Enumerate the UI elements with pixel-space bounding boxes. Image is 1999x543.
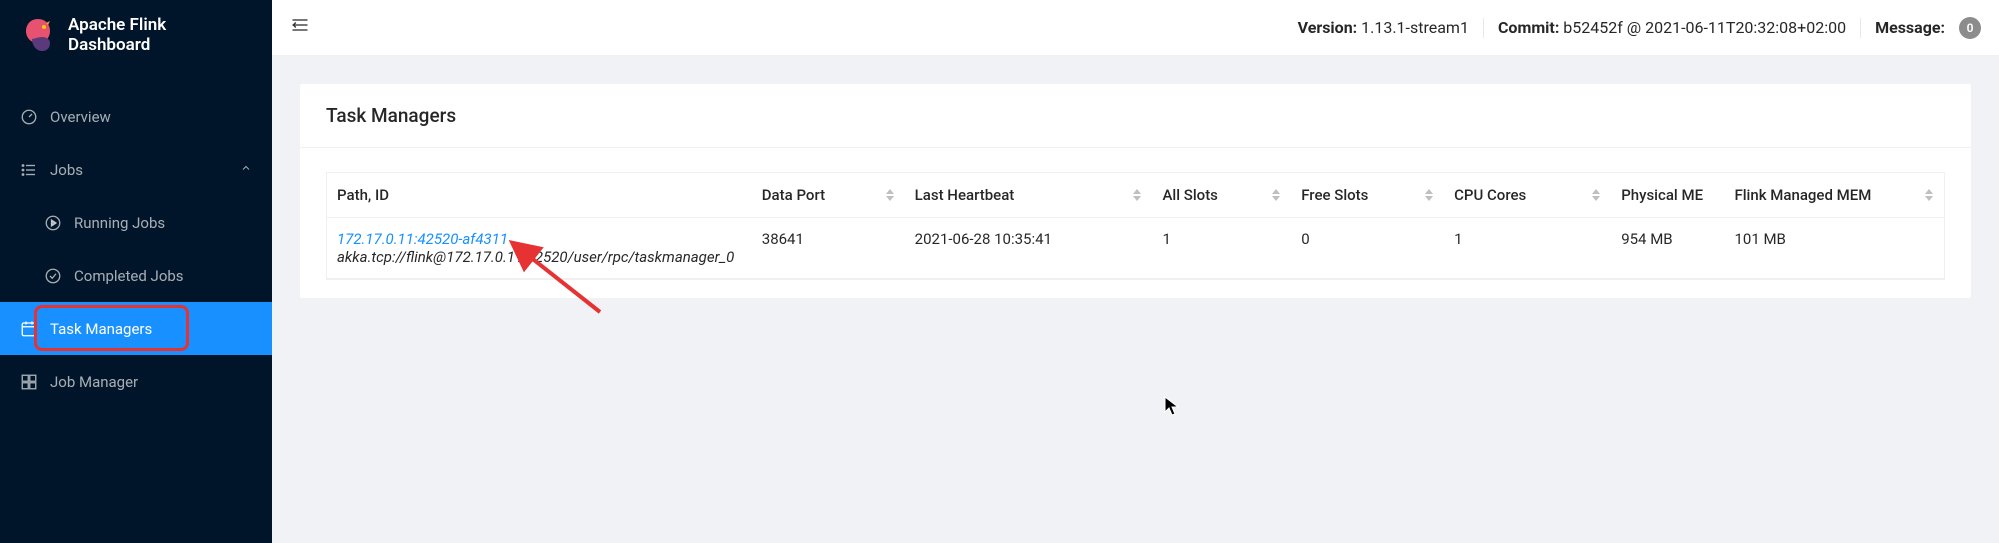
message-count-badge[interactable]: 0 <box>1959 17 1981 39</box>
col-free-slots[interactable]: Free Slots <box>1291 173 1444 218</box>
sidebar-item-jobs[interactable]: Jobs <box>0 143 272 196</box>
cell-all-slots: 1 <box>1152 218 1291 279</box>
col-label: Physical ME <box>1621 186 1703 204</box>
version-value: 1.13.1-stream1 <box>1361 18 1469 37</box>
table-row[interactable]: 172.17.0.11:42520-af4311 akka.tcp://flin… <box>327 218 1944 279</box>
col-managed-mem[interactable]: Flink Managed MEM <box>1724 173 1944 218</box>
sidebar-item-completed-jobs[interactable]: Completed Jobs <box>0 249 272 302</box>
cell-physical-mem: 954 MB <box>1611 218 1724 279</box>
divider <box>1483 18 1484 38</box>
taskmanager-id-link[interactable]: 172.17.0.11:42520-af4311 <box>337 230 742 248</box>
content: Task Managers <box>272 56 1999 326</box>
sort-icon <box>1424 189 1434 201</box>
sidebar-item-overview[interactable]: Overview <box>0 90 272 143</box>
nav-menu: Overview Jobs Running Jobs <box>0 90 272 408</box>
sidebar-item-running-jobs[interactable]: Running Jobs <box>0 196 272 249</box>
card-body: Path, ID Data Port Last Heartbeat <box>300 148 1971 298</box>
schedule-icon <box>20 320 38 338</box>
taskmanager-path: akka.tcp://flink@172.17.0.11:42520/user/… <box>337 248 742 266</box>
message-info: Message: <box>1875 18 1945 37</box>
col-path-id[interactable]: Path, ID <box>327 173 752 218</box>
commit-info: Commit: b52452f @ 2021-06-11T20:32:08+02… <box>1498 18 1846 37</box>
cell-data-port: 38641 <box>752 218 905 279</box>
play-circle-icon <box>44 214 62 232</box>
menu-fold-icon[interactable] <box>290 15 310 40</box>
col-label: Free Slots <box>1301 186 1368 204</box>
version-info: Version: 1.13.1-stream1 <box>1298 18 1469 37</box>
commit-label: Commit: <box>1498 18 1559 37</box>
topbar-meta: Version: 1.13.1-stream1 Commit: b52452f … <box>1298 17 1981 39</box>
cell-path-id: 172.17.0.11:42520-af4311 akka.tcp://flin… <box>327 218 752 279</box>
sidebar-item-job-manager[interactable]: Job Manager <box>0 355 272 408</box>
cell-cpu-cores: 1 <box>1444 218 1611 279</box>
sort-icon <box>1271 189 1281 201</box>
cell-managed-mem: 101 MB <box>1724 218 1944 279</box>
task-managers-card: Task Managers <box>300 84 1971 298</box>
list-icon <box>20 161 38 179</box>
sidebar-item-label: Running Jobs <box>74 214 165 232</box>
sidebar-item-task-managers[interactable]: Task Managers <box>0 302 272 355</box>
sidebar-header: Apache Flink Dashboard <box>0 0 272 70</box>
sidebar-item-label: Job Manager <box>50 373 138 391</box>
sidebar-item-label: Task Managers <box>50 320 152 338</box>
sidebar-item-label: Jobs <box>50 161 83 179</box>
col-cpu-cores[interactable]: CPU Cores <box>1444 173 1611 218</box>
sidebar-item-label: Completed Jobs <box>74 267 184 285</box>
dashboard-icon <box>20 108 38 126</box>
col-all-slots[interactable]: All Slots <box>1152 173 1291 218</box>
topbar: Version: 1.13.1-stream1 Commit: b52452f … <box>272 0 1999 56</box>
cell-free-slots: 0 <box>1291 218 1444 279</box>
col-label: All Slots <box>1162 186 1217 204</box>
sort-icon <box>1132 189 1142 201</box>
divider <box>1860 18 1861 38</box>
task-managers-table: Path, ID Data Port Last Heartbeat <box>326 172 1945 280</box>
col-label: Path, ID <box>337 186 389 204</box>
col-last-heartbeat[interactable]: Last Heartbeat <box>905 173 1153 218</box>
col-label: CPU Cores <box>1454 186 1526 204</box>
sort-icon <box>885 189 895 201</box>
col-label: Flink Managed MEM <box>1734 186 1871 204</box>
page-title: Task Managers <box>326 104 1945 127</box>
sort-icon <box>1591 189 1601 201</box>
flink-logo-icon <box>20 17 56 53</box>
chevron-up-icon <box>240 162 252 178</box>
check-circle-icon <box>44 267 62 285</box>
col-data-port[interactable]: Data Port <box>752 173 905 218</box>
cell-last-heartbeat: 2021-06-28 10:35:41 <box>905 218 1153 279</box>
col-physical-mem[interactable]: Physical ME <box>1611 173 1724 218</box>
col-label: Last Heartbeat <box>915 186 1015 204</box>
brand-title: Apache Flink Dashboard <box>68 15 252 55</box>
sidebar-item-label: Overview <box>50 108 111 126</box>
sidebar: Apache Flink Dashboard Overview Jobs <box>0 0 272 543</box>
message-label: Message: <box>1875 18 1945 37</box>
main: Version: 1.13.1-stream1 Commit: b52452f … <box>272 0 1999 543</box>
col-label: Data Port <box>762 186 825 204</box>
sort-icon <box>1924 189 1934 201</box>
commit-value: b52452f @ 2021-06-11T20:32:08+02:00 <box>1563 18 1846 37</box>
card-header: Task Managers <box>300 84 1971 148</box>
version-label: Version: <box>1298 18 1358 37</box>
build-icon <box>20 373 38 391</box>
